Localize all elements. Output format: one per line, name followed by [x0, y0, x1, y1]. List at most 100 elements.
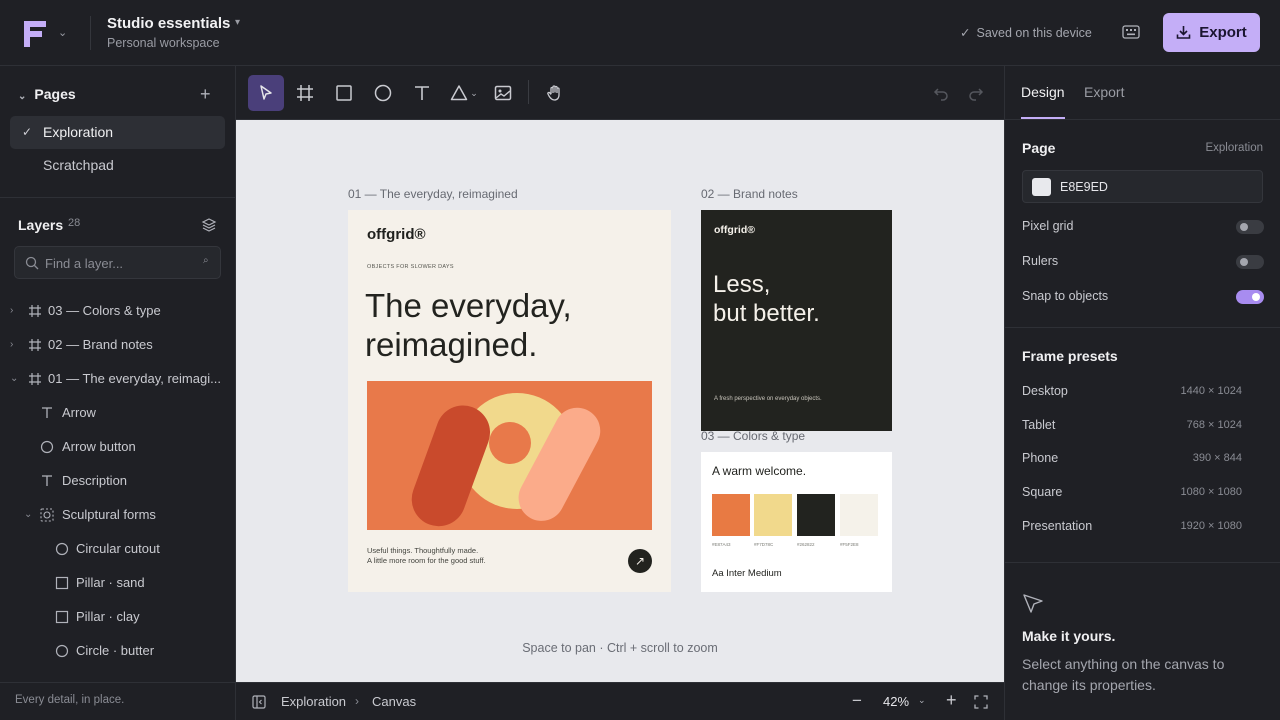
- bottom-bar: Exploration › Canvas − 42% ⌄ +: [236, 682, 1004, 720]
- breadcrumb-canvas[interactable]: Canvas: [372, 694, 416, 709]
- headline[interactable]: Less, but better.: [713, 270, 820, 328]
- app-logo-icon[interactable]: [24, 21, 46, 47]
- layer-row[interactable]: › 03 — Colors & type: [10, 294, 225, 328]
- text-tool[interactable]: [404, 75, 440, 111]
- layer-row[interactable]: ⌄ 01 — The everyday, reimagi...: [10, 362, 225, 396]
- headline[interactable]: A warm welcome.: [712, 464, 806, 478]
- keyboard-icon[interactable]: [1122, 25, 1140, 39]
- preset-name[interactable]: Desktop: [1022, 384, 1068, 398]
- select-tool[interactable]: [248, 75, 284, 111]
- layer-row[interactable]: Circular cutout: [55, 532, 225, 566]
- layer-row[interactable]: Arrow button: [40, 430, 225, 464]
- arrow-icon: ↗: [634, 554, 646, 568]
- workspace-title[interactable]: Studio essentials: [107, 15, 230, 32]
- chevron-right-icon[interactable]: ›: [10, 294, 13, 328]
- redo-icon: [969, 88, 984, 101]
- rectangle-tool[interactable]: [326, 75, 362, 111]
- description[interactable]: Useful things. Thoughtfully made. A litt…: [367, 546, 486, 565]
- color-swatch[interactable]: [840, 494, 878, 536]
- zoom-out-button[interactable]: −: [852, 691, 862, 711]
- layer-row[interactable]: Arrow: [40, 396, 225, 430]
- zoom-level[interactable]: 42%: [883, 694, 909, 709]
- preset-name[interactable]: Presentation: [1022, 519, 1092, 533]
- frame-02-brand-notes[interactable]: offgrid® Less, but better. A fresh persp…: [701, 210, 892, 431]
- kicker-text[interactable]: OBJECTS FOR SLOWER DAYS: [367, 264, 454, 270]
- layer-row[interactable]: › 02 — Brand notes: [10, 328, 225, 362]
- tab-design[interactable]: Design: [1021, 84, 1065, 100]
- brand-logo[interactable]: offgrid®: [367, 226, 426, 243]
- design-canvas[interactable]: 01 — The everyday, reimagined offgrid® O…: [236, 120, 1004, 682]
- chevron-down-icon[interactable]: ⌄: [10, 362, 18, 396]
- toggle-label: Snap to objects: [1022, 289, 1109, 303]
- subtext[interactable]: A fresh perspective on everyday objects.: [714, 396, 822, 402]
- redo-button[interactable]: [958, 75, 994, 111]
- pages-header[interactable]: ⌄ Pages: [18, 86, 76, 102]
- color-swatch[interactable]: [712, 494, 750, 536]
- undo-button[interactable]: [923, 75, 959, 111]
- layer-row[interactable]: Description: [40, 464, 225, 498]
- add-page-button[interactable]: +: [200, 84, 211, 105]
- shape-tool[interactable]: ⌄: [444, 75, 484, 111]
- zoom-in-button[interactable]: +: [946, 690, 957, 711]
- layer-search[interactable]: ⌕: [14, 246, 221, 279]
- workspace-chevron-icon[interactable]: ▾: [235, 17, 240, 28]
- headline-line-1: The everyday,: [365, 287, 572, 324]
- chevron-right-icon[interactable]: ›: [10, 328, 13, 362]
- color-swatch[interactable]: [754, 494, 792, 536]
- color-swatch[interactable]: [797, 494, 835, 536]
- chevron-down-icon[interactable]: ⌄: [24, 498, 32, 532]
- sidebar-toggle-icon[interactable]: [252, 695, 266, 709]
- type-sample[interactable]: Aa Inter Medium: [712, 568, 782, 579]
- arrow-button[interactable]: ↗: [628, 549, 652, 573]
- color-swatch[interactable]: [1032, 178, 1051, 196]
- preset-size: 1440 × 1024: [1180, 385, 1242, 397]
- group-icon: [40, 508, 54, 522]
- chevron-down-icon[interactable]: ⌄: [58, 26, 67, 39]
- left-sidebar: ⌄ Pages + ✓ Exploration Scratchpad Layers…: [0, 66, 236, 720]
- brand-logo[interactable]: offgrid®: [714, 224, 755, 236]
- divider: [1005, 562, 1280, 563]
- frame-tool[interactable]: [287, 75, 323, 111]
- tab-export[interactable]: Export: [1084, 84, 1124, 100]
- headline[interactable]: The everyday, reimagined.: [365, 286, 655, 364]
- divider: [90, 16, 91, 50]
- page-color-hex[interactable]: E8E9ED: [1060, 180, 1108, 194]
- layer-row[interactable]: Circle · butter: [55, 634, 225, 668]
- circular-cutout[interactable]: [489, 422, 531, 464]
- toggle-label: Rulers: [1022, 254, 1059, 268]
- download-icon: [1176, 26, 1191, 39]
- frame-03-colors-type[interactable]: A warm welcome. #E87A43 #F7D78C #262822 …: [701, 452, 892, 592]
- frame-label-03[interactable]: 03 — Colors & type: [701, 429, 805, 443]
- layer-row[interactable]: ⌄ Sculptural forms: [24, 498, 225, 532]
- page-color-field[interactable]: E8E9ED: [1022, 170, 1263, 203]
- fit-screen-icon[interactable]: [974, 695, 988, 709]
- ellipse-tool[interactable]: [365, 75, 401, 111]
- undo-icon: [933, 88, 948, 101]
- canvas-toolbar: ⌄: [236, 66, 1004, 120]
- ellipse-icon: [40, 440, 54, 454]
- layer-search-input[interactable]: [45, 253, 195, 273]
- layers-stack-icon[interactable]: [201, 217, 217, 233]
- preset-name[interactable]: Square: [1022, 485, 1062, 499]
- layer-row[interactable]: Pillar · clay: [55, 600, 225, 634]
- export-button[interactable]: Export: [1163, 13, 1260, 52]
- sculptural-forms[interactable]: [367, 381, 652, 530]
- page-item-scratchpad[interactable]: Scratchpad: [10, 149, 225, 182]
- description-line-2: A little more room for the good stuff.: [367, 555, 486, 565]
- hand-tool[interactable]: [537, 75, 573, 111]
- rectangle-icon: [55, 576, 69, 590]
- pixel-grid-toggle[interactable]: [1236, 220, 1264, 234]
- image-tool[interactable]: [485, 75, 521, 111]
- chevron-down-icon[interactable]: ⌄: [918, 695, 926, 706]
- page-item-exploration[interactable]: ✓ Exploration: [10, 116, 225, 149]
- frame-label-02[interactable]: 02 — Brand notes: [701, 187, 798, 201]
- frame-01-everyday[interactable]: offgrid® OBJECTS FOR SLOWER DAYS The eve…: [348, 210, 671, 592]
- layer-row[interactable]: Pillar · sand: [55, 566, 225, 600]
- frame-label-01[interactable]: 01 — The everyday, reimagined: [348, 187, 518, 201]
- snap-to-objects-toggle[interactable]: [1236, 290, 1264, 304]
- preset-name[interactable]: Phone: [1022, 451, 1058, 465]
- breadcrumb-page[interactable]: Exploration: [281, 694, 346, 709]
- preset-name[interactable]: Tablet: [1022, 418, 1055, 432]
- save-status: ✓ Saved on this device: [960, 25, 1092, 40]
- rulers-toggle[interactable]: [1236, 255, 1264, 269]
